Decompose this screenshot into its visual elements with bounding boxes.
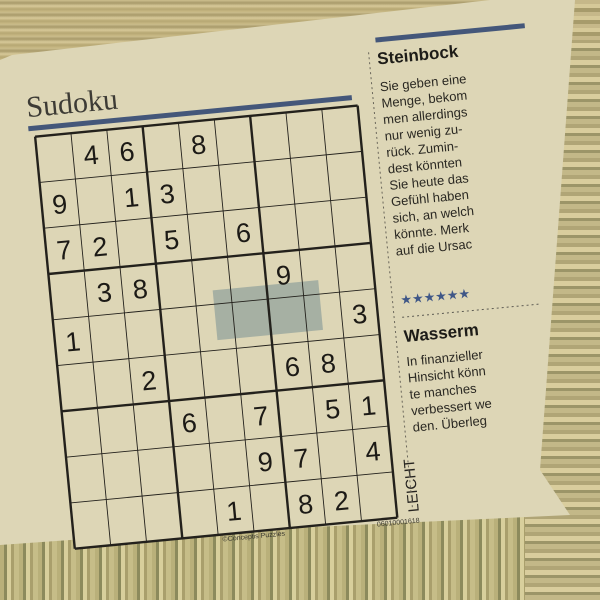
sudoku-given-digit: 3: [351, 299, 369, 330]
photo-scene: Sudoku 4689137256389132686751974182 ©Con…: [0, 0, 600, 600]
sudoku-given-digit: 7: [55, 235, 73, 266]
rating-stars: ★★★★★★: [400, 287, 471, 309]
sudoku-given-digit: 9: [256, 446, 274, 477]
sudoku-given-digit: 2: [140, 365, 158, 396]
sudoku-given-digit: 5: [324, 394, 342, 425]
sign-heading-wassermann: Wasserm: [403, 320, 479, 346]
sudoku-title: Sudoku: [25, 83, 119, 125]
sudoku-given-digit: 9: [51, 189, 69, 220]
sudoku-given-digit: 1: [360, 390, 378, 421]
difficulty-label: LEICHT: [401, 458, 423, 513]
sudoku-given-digit: 1: [64, 326, 82, 357]
sudoku-grid: 4 6 89 1 37 2 5 63 8 9132 6 86 7 5 19 7 41 8 2: [33, 104, 399, 550]
sudoku-given-digit: 6: [283, 351, 301, 382]
sudoku-given-digit: 7: [292, 443, 310, 474]
sudoku-given-digit: 2: [91, 231, 109, 262]
sudoku-given-digit: 8: [319, 348, 337, 379]
sudoku-given-digit: 6: [180, 408, 198, 439]
sudoku-given-digit: 8: [190, 129, 208, 160]
sudoku-given-digit: 5: [163, 224, 181, 255]
sudoku-given-digit: 3: [158, 179, 176, 210]
sudoku-given-digit: 6: [118, 136, 136, 167]
sudoku-given-digit: 4: [364, 436, 382, 467]
sudoku-given-digit: 3: [95, 277, 113, 308]
sudoku-given-digit: 9: [275, 260, 293, 291]
sudoku-given-digit: 1: [225, 496, 243, 527]
horoscope-text-wassermann: In finanziellerHinsicht könnte manchesve…: [406, 347, 493, 435]
sign-heading-steinbock: Steinbock: [376, 42, 459, 69]
horoscope-text-steinbock: Sie geben eineMenge, bekommen allerdings…: [379, 71, 474, 258]
sudoku-given-digit: 6: [234, 217, 252, 248]
sudoku-given-digit: 4: [82, 140, 100, 171]
newspaper-content: Sudoku 4 6 89 1 37 2 5 63 8 9132 6 86 7 5 19 7 41 8 2 ©Con…: [25, 23, 542, 550]
sudoku-given-digit: 7: [252, 401, 270, 432]
sudoku-given-digit: 8: [131, 274, 149, 305]
sudoku-given-digit: 1: [122, 182, 140, 213]
sudoku-given-digit: 8: [297, 489, 315, 520]
sudoku-given-digit: 2: [333, 485, 351, 516]
horoscope-rule: [375, 23, 525, 43]
